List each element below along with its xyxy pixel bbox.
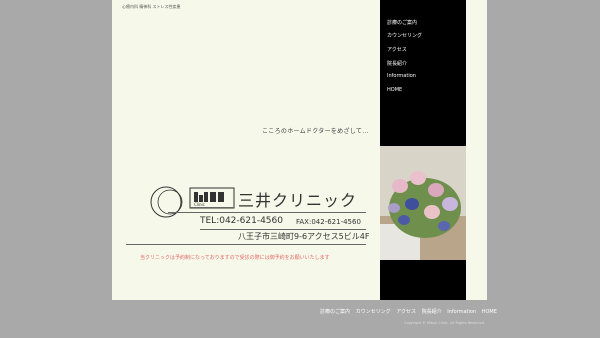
footer-nav: 診療のご案内 カウンセリング アクセス 院長紹介 Information HOM… — [320, 308, 501, 315]
header-tagline: 心療内科 精神科 ストレス性疾患 — [122, 4, 181, 9]
slogan: こころのホームドクターをめざして… — [262, 128, 369, 135]
fax-number: FAX:042-621-4560 — [296, 218, 361, 226]
logo-rule — [190, 207, 234, 208]
footer-link-access[interactable]: アクセス — [396, 309, 416, 315]
nav-item-home[interactable]: HOME — [387, 87, 402, 93]
footer-link-counseling[interactable]: カウンセリング — [356, 309, 391, 315]
address: 八王子市三崎町9-6アクセス5ビル4F — [238, 232, 370, 241]
nav-item-information[interactable]: Information — [387, 73, 416, 79]
photo-caption-bar — [380, 260, 466, 300]
footer-link-information[interactable]: Information — [447, 309, 476, 315]
flower-photo — [380, 146, 466, 260]
copyright: Copyright © Mitsui Clinic. All Rights Re… — [404, 321, 486, 325]
nav-item-guide[interactable]: 診療のご案内 — [387, 19, 417, 26]
footer-link-director[interactable]: 院長紹介 — [422, 309, 442, 315]
side-nav: 診療のご案内 カウンセリング アクセス 院長紹介 Information HOM… — [380, 0, 466, 146]
clinic-name: 三井クリニック — [238, 191, 358, 210]
divider-top — [168, 212, 366, 213]
divider-middle — [200, 229, 366, 230]
footer-link-home[interactable]: HOME — [482, 309, 497, 315]
nav-item-counseling[interactable]: カウンセリング — [387, 32, 422, 39]
footer-link-guide[interactable]: 診療のご案内 — [320, 309, 350, 315]
reservation-notice: 当クリニックは予約制になっておりますので受診の際には御予約をお願いいたします — [140, 255, 330, 261]
divider-bottom — [126, 244, 366, 245]
nav-item-director[interactable]: 院長紹介 — [387, 60, 407, 67]
tel-number: TEL:042-621-4560 — [200, 216, 283, 226]
nav-item-access[interactable]: アクセス — [387, 46, 407, 53]
